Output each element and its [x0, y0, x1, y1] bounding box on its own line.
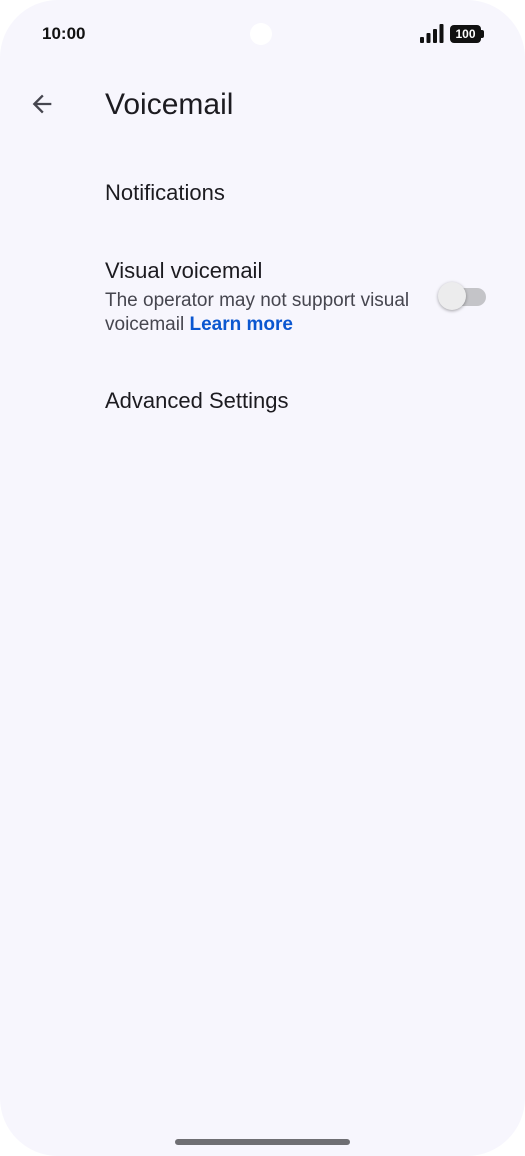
phone-screen: 10:00 100 Voicemail Notifications Visual… [0, 0, 525, 1156]
visual-voicemail-item[interactable]: Visual voicemail The operator may not su… [0, 240, 525, 360]
home-indicator[interactable] [175, 1139, 350, 1145]
signal-icon [420, 24, 444, 43]
status-bar: 10:00 100 [0, 0, 525, 70]
page-title: Voicemail [105, 88, 234, 121]
advanced-settings-label: Advanced Settings [105, 388, 289, 413]
arrow-back-icon [32, 94, 52, 114]
status-time: 10:00 [42, 24, 86, 43]
battery-icon: 100 [450, 25, 484, 43]
notifications-item[interactable]: Notifications [0, 160, 525, 224]
learn-more-link[interactable]: Learn more [189, 314, 292, 335]
visual-voicemail-toggle[interactable] [438, 282, 486, 310]
toggle-thumb [438, 282, 466, 310]
camera-cutout [250, 23, 272, 45]
advanced-settings-item[interactable]: Advanced Settings [0, 370, 525, 434]
back-button[interactable] [20, 82, 64, 126]
battery-level: 100 [450, 25, 481, 43]
visual-voicemail-description: The operator may not support visual voic… [105, 289, 415, 337]
visual-voicemail-label: Visual voicemail [105, 258, 263, 283]
notifications-label: Notifications [105, 180, 225, 205]
battery-tip [481, 30, 484, 38]
